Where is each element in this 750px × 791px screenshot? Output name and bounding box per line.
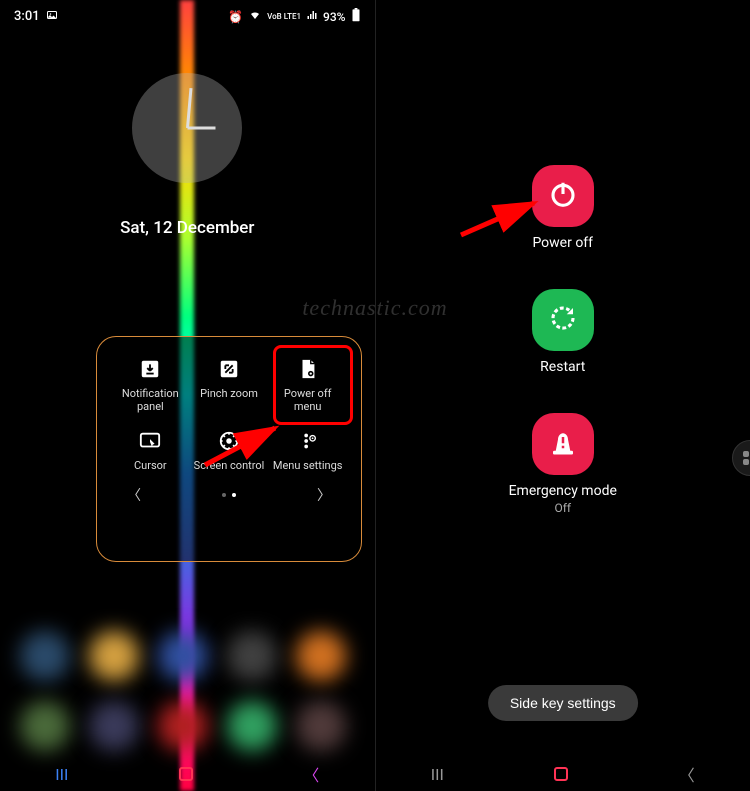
chevron-left-icon[interactable]: 〈 <box>127 485 141 505</box>
battery-percent: 93% <box>323 10 345 24</box>
emergency-sublabel: Off <box>554 501 571 515</box>
nav-back-button[interactable]: 〈 <box>679 762 695 786</box>
menu-cursor[interactable]: Cursor <box>113 425 188 476</box>
expand-icon <box>217 357 241 381</box>
menu-item-label: Notification panel <box>115 387 186 413</box>
menu-item-label: Power off menu <box>272 387 343 413</box>
menu-notification-panel[interactable]: Notification panel <box>113 353 188 417</box>
emergency-mode-button[interactable]: Emergency mode Off <box>509 413 617 515</box>
menu-pinch-zoom[interactable]: Pinch zoom <box>192 353 267 417</box>
nav-recents-button[interactable]: III <box>431 765 444 784</box>
dots-gear-icon <box>296 429 320 453</box>
alarm-icon: ⏰ <box>228 10 243 24</box>
battery-icon <box>351 8 361 25</box>
navigation-bar: III 〈 <box>376 757 750 791</box>
status-time: 3:01 <box>14 9 40 24</box>
power-off-label: Power off <box>532 235 593 251</box>
menu-item-label: Screen control <box>194 459 265 472</box>
emergency-label: Emergency mode <box>509 483 617 499</box>
download-icon <box>138 357 162 381</box>
picture-icon <box>46 9 58 25</box>
wifi-icon <box>248 9 262 24</box>
page-gear-icon <box>296 357 320 381</box>
menu-settings[interactable]: Menu settings <box>270 425 345 476</box>
restart-label: Restart <box>540 359 585 375</box>
navigation-bar: III 〈 <box>0 757 375 791</box>
side-key-settings-button[interactable]: Side key settings <box>488 685 638 721</box>
menu-screen-control[interactable]: Screen control <box>192 425 267 476</box>
emergency-icon <box>548 427 578 461</box>
gear-icon <box>217 429 241 453</box>
page-dot[interactable] <box>222 493 226 497</box>
analog-clock-face <box>132 73 242 183</box>
restart-button[interactable]: Restart <box>532 289 594 375</box>
menu-power-off[interactable]: Power off menu <box>270 353 345 417</box>
app-dock <box>0 631 375 751</box>
restart-icon <box>548 303 578 337</box>
power-icon <box>548 179 578 213</box>
phone-left-homescreen: 3:01 ⏰ VoB LTE1 93% <box>0 0 375 791</box>
nav-back-button[interactable]: 〈 <box>303 762 319 786</box>
network-label: VoB LTE1 <box>267 13 301 21</box>
nav-home-button[interactable] <box>179 767 193 781</box>
signal-icon <box>306 9 318 24</box>
nav-home-button[interactable] <box>554 767 568 781</box>
chevron-right-icon[interactable]: 〉 <box>317 485 331 505</box>
assistant-menu-panel: Notification panel Pinch zoom Power off … <box>96 336 362 562</box>
phone-right-power-menu: Power off Restart Emergency mode <box>376 0 750 791</box>
power-off-button[interactable]: Power off <box>532 165 594 251</box>
page-dot-active[interactable] <box>232 493 236 497</box>
menu-item-label: Menu settings <box>273 459 343 472</box>
status-bar: 3:01 ⏰ VoB LTE1 93% <box>0 0 375 33</box>
nav-recents-button[interactable]: III <box>55 765 68 784</box>
date-text: Sat, 12 December <box>0 218 375 238</box>
clock-widget[interactable]: Sat, 12 December <box>0 73 375 238</box>
cursor-icon <box>138 429 162 453</box>
menu-item-label: Cursor <box>134 459 167 472</box>
menu-item-label: Pinch zoom <box>200 387 258 400</box>
menu-pagination: 〈 〉 <box>107 485 351 505</box>
